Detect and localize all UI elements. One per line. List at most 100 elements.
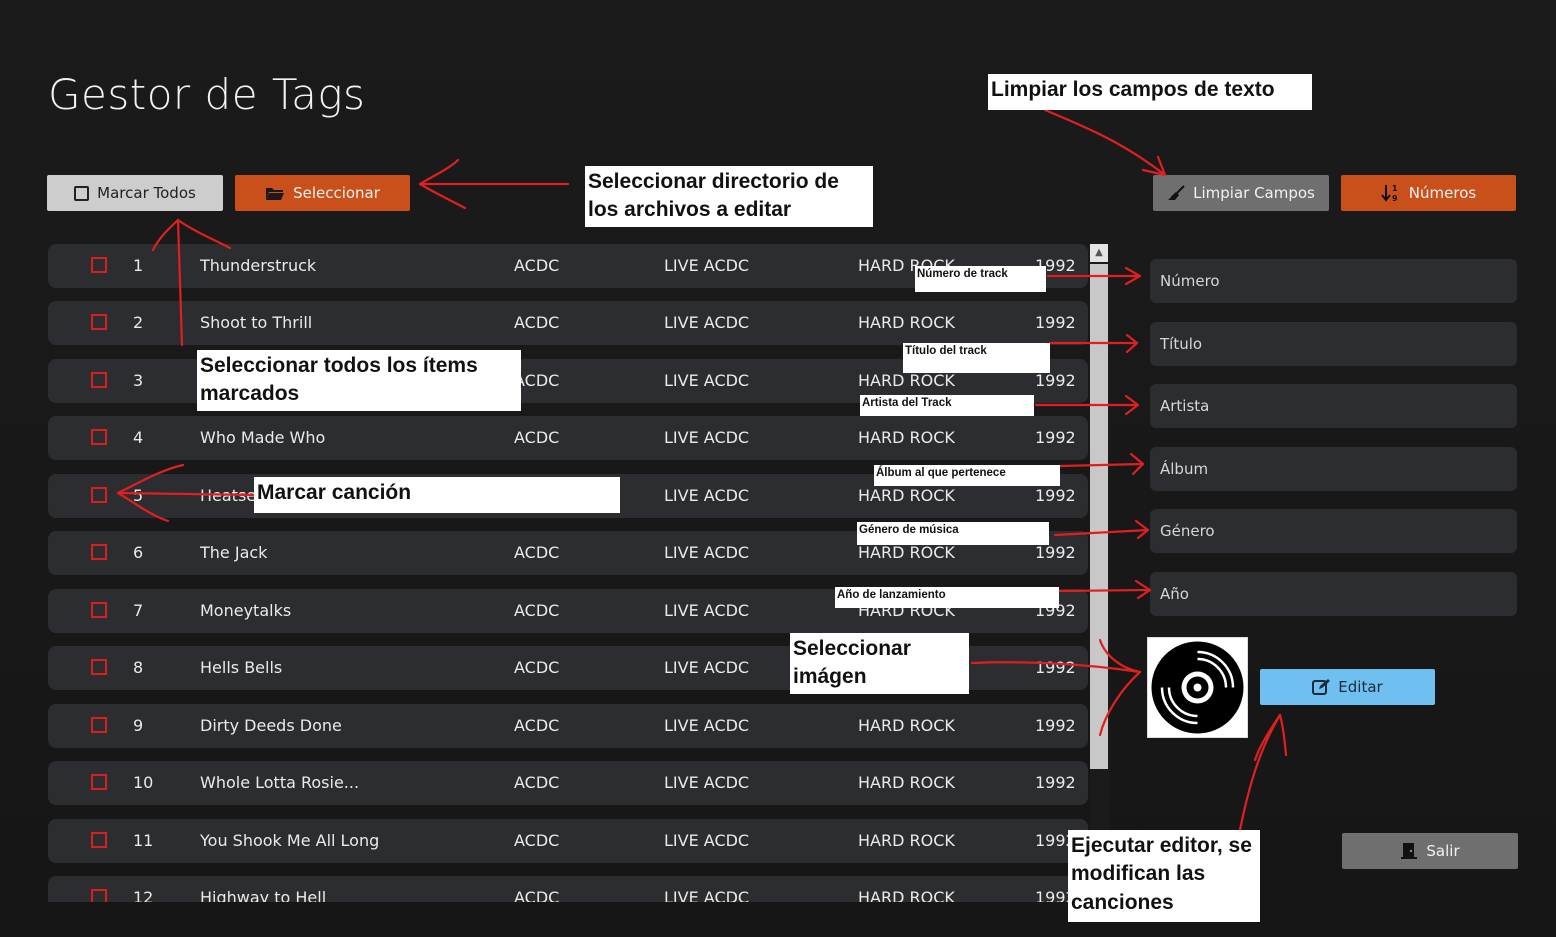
- track-number: 9: [133, 716, 144, 735]
- track-artist: ACDC: [514, 313, 560, 332]
- track-title: Who Made Who: [200, 428, 326, 447]
- track-number: 2: [133, 313, 144, 332]
- track-album: LIVE ACDC: [664, 371, 750, 390]
- clear-fields-label: Limpiar Campos: [1193, 184, 1315, 202]
- song-checkbox[interactable]: [91, 257, 107, 273]
- note-mark-song: Marcar canción: [254, 477, 620, 513]
- track-title: Whole Lotta Rosie...: [200, 773, 360, 792]
- track-number: 3: [133, 371, 144, 390]
- track-artist: ACDC: [514, 831, 560, 850]
- mark-all-button[interactable]: Marcar Todos: [47, 175, 223, 211]
- track-genre: HARD ROCK: [858, 773, 955, 792]
- song-checkbox[interactable]: [91, 774, 107, 790]
- note-track-title: Título del track: [903, 343, 1050, 373]
- track-number: 1: [133, 256, 144, 275]
- song-checkbox[interactable]: [91, 429, 107, 445]
- note-genre: Género de música: [857, 522, 1049, 545]
- song-row[interactable]: 11 You Shook Me All Long ACDC LIVE ACDC HARD…: [48, 819, 1088, 863]
- track-number: 6: [133, 543, 144, 562]
- track-genre: HARD ROCK: [858, 486, 955, 505]
- track-number: 7: [133, 601, 144, 620]
- note-clear-fields: Limpiar los campos de texto: [988, 74, 1312, 110]
- song-row[interactable]: 9 Dirty Deeds Done ACDC LIVE ACDC HARD ROCK 1…: [48, 704, 1088, 748]
- song-checkbox[interactable]: [91, 717, 107, 733]
- number-field[interactable]: Número: [1150, 259, 1517, 303]
- year-placeholder: Año: [1160, 585, 1189, 603]
- title-field[interactable]: Título: [1150, 322, 1517, 366]
- song-checkbox[interactable]: [91, 602, 107, 618]
- track-album: LIVE ACDC: [664, 313, 750, 332]
- track-year: 1992: [1035, 658, 1076, 677]
- song-checkbox[interactable]: [91, 889, 107, 902]
- clear-fields-button[interactable]: Limpiar Campos: [1153, 175, 1329, 211]
- numbers-label: Números: [1408, 184, 1477, 202]
- genre-field[interactable]: Género: [1150, 509, 1517, 553]
- track-album: LIVE ACDC: [664, 888, 750, 902]
- track-album: LIVE ACDC: [664, 428, 750, 447]
- track-title: You Shook Me All Long: [200, 831, 380, 850]
- track-artist: ACDC: [514, 716, 560, 735]
- note-select-dir: Seleccionar directorio de los archivos a…: [585, 166, 873, 227]
- note-track-album: Álbum al que pertenece: [874, 465, 1060, 486]
- track-album: LIVE ACDC: [664, 716, 750, 735]
- exit-label: Salir: [1426, 842, 1460, 860]
- song-checkbox[interactable]: [91, 372, 107, 388]
- song-list-scrollbar[interactable]: ▲: [1090, 244, 1110, 902]
- song-checkbox[interactable]: [91, 832, 107, 848]
- exit-button[interactable]: Salir: [1342, 833, 1518, 869]
- track-artist: ACDC: [514, 543, 560, 562]
- track-genre: HARD ROCK: [858, 543, 955, 562]
- track-album: LIVE ACDC: [664, 831, 750, 850]
- track-title: Moneytalks: [200, 601, 292, 620]
- album-field[interactable]: Álbum: [1150, 447, 1517, 491]
- exit-icon: [1401, 843, 1418, 859]
- select-folder-button[interactable]: Seleccionar: [235, 175, 410, 211]
- edit-button[interactable]: Editar: [1260, 669, 1435, 705]
- song-row[interactable]: 10 Whole Lotta Rosie... ACDC LIVE ACDC HARD …: [48, 761, 1088, 805]
- track-artist: ACDC: [514, 773, 560, 792]
- track-year: 1992: [1035, 773, 1076, 792]
- svg-text:9: 9: [1392, 194, 1398, 203]
- edit-icon: [1312, 679, 1331, 695]
- track-genre: HARD ROCK: [858, 716, 955, 735]
- album-placeholder: Álbum: [1160, 460, 1209, 478]
- artist-field[interactable]: Artista: [1150, 384, 1517, 428]
- sort-numbers-icon: 19: [1381, 184, 1398, 203]
- scroll-up-icon[interactable]: ▲: [1090, 244, 1108, 262]
- song-checkbox[interactable]: [91, 659, 107, 675]
- song-row[interactable]: 4 Who Made Who ACDC LIVE ACDC HARD ROCK 1992: [48, 416, 1088, 460]
- track-year: 1992: [1035, 428, 1076, 447]
- artist-placeholder: Artista: [1160, 397, 1210, 415]
- song-checkbox[interactable]: [91, 314, 107, 330]
- track-genre: HARD ROCK: [858, 428, 955, 447]
- track-title: Thunderstruck: [200, 256, 317, 275]
- track-number: 12: [133, 888, 154, 902]
- song-checkbox[interactable]: [91, 544, 107, 560]
- track-album: LIVE ACDC: [664, 543, 750, 562]
- note-select-all: Seleccionar todos los ítems marcados: [197, 350, 521, 411]
- year-field[interactable]: Año: [1150, 572, 1517, 616]
- checkbox-icon: [74, 185, 90, 201]
- note-track-number: Número de track: [915, 266, 1046, 292]
- track-title: The Jack: [200, 543, 268, 562]
- track-year: 1992: [1035, 486, 1076, 505]
- track-title: Dirty Deeds Done: [200, 716, 342, 735]
- track-album: LIVE ACDC: [664, 773, 750, 792]
- song-row[interactable]: 12 Highway to Hell ACDC LIVE ACDC HARD ROCK 1…: [48, 876, 1088, 902]
- numbers-button[interactable]: 19 Números: [1341, 175, 1516, 211]
- song-checkbox[interactable]: [91, 487, 107, 503]
- track-artist: ACDC: [514, 256, 560, 275]
- track-year: 1992: [1035, 543, 1076, 562]
- track-year: 1992: [1035, 716, 1076, 735]
- cover-image-button[interactable]: [1147, 637, 1248, 738]
- track-album: LIVE ACDC: [664, 601, 750, 620]
- song-row[interactable]: 2 Shoot to Thrill ACDC LIVE ACDC HARD ROCK 19…: [48, 301, 1088, 345]
- page-title: Gestor de Tags: [48, 70, 366, 119]
- broom-icon: [1168, 185, 1185, 200]
- scroll-thumb[interactable]: [1090, 264, 1108, 769]
- track-artist: ACDC: [514, 601, 560, 620]
- edit-label: Editar: [1338, 678, 1383, 696]
- track-title: Shoot to Thrill: [200, 313, 313, 332]
- track-title: Highway to Hell: [200, 888, 327, 902]
- track-number: 4: [133, 428, 144, 447]
